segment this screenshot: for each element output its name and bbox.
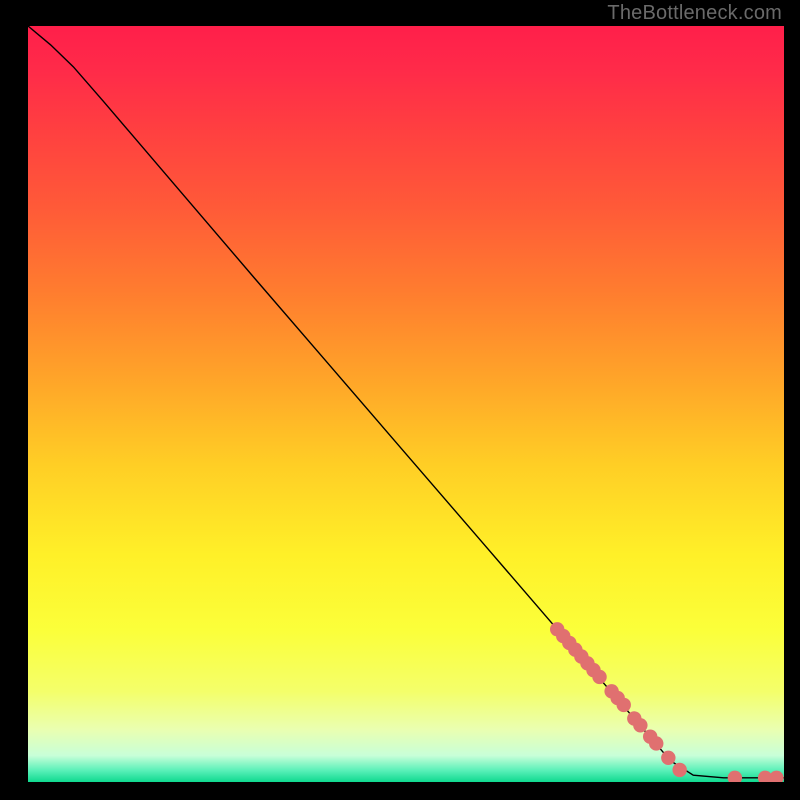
scatter-point bbox=[672, 763, 686, 777]
chart-svg bbox=[28, 26, 784, 782]
scatter-point bbox=[633, 718, 647, 732]
scatter-point bbox=[649, 736, 663, 750]
watermark-label: TheBottleneck.com bbox=[607, 2, 782, 25]
gradient-background bbox=[28, 26, 784, 782]
scatter-point bbox=[661, 751, 675, 765]
scatter-point bbox=[592, 670, 606, 684]
chart-plot bbox=[28, 26, 784, 782]
scatter-point bbox=[617, 698, 631, 712]
chart-stage: TheBottleneck.com bbox=[0, 0, 800, 800]
